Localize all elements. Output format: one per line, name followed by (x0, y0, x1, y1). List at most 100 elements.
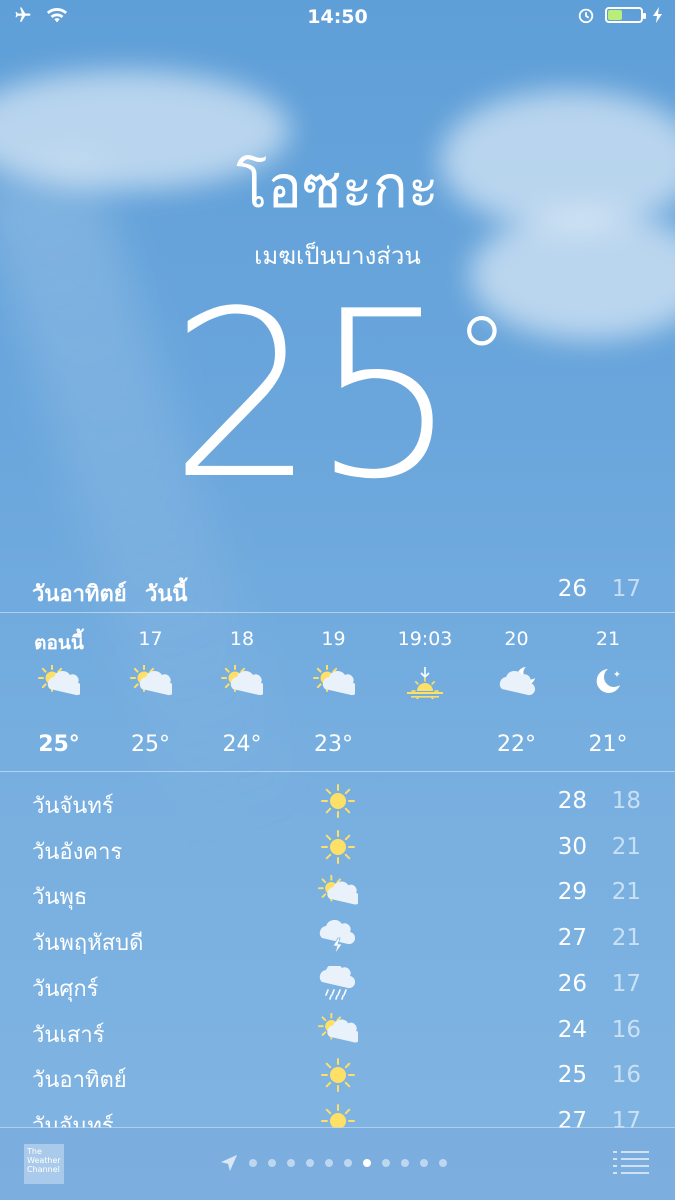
hourly-temp: 25° (131, 732, 170, 757)
daily-low: 21 (611, 879, 641, 906)
daily-row: วันศุกร์ 26 17 (0, 961, 675, 1007)
daily-day: วันจันทร์ (32, 794, 114, 819)
daily-high: 27 (557, 1107, 587, 1128)
hourly-item: 19 23° (289, 616, 379, 760)
hourly-time: 21 (595, 628, 621, 650)
partly-cloudy-icon (106, 662, 196, 702)
hourly-time: 20 (504, 628, 529, 650)
page-dot[interactable] (306, 1159, 314, 1167)
hourly-temp: 21° (588, 732, 628, 757)
page-dot[interactable] (268, 1159, 276, 1167)
daily-high: 28 (557, 788, 587, 814)
hourly-temp: 22° (497, 732, 536, 757)
moon-icon (563, 662, 653, 702)
weather-channel-logo[interactable]: The Weather Channel (24, 1144, 64, 1184)
daily-day: วันพฤหัสบดี (32, 931, 144, 957)
battery-icon (605, 7, 646, 23)
daily-row: วันอาทิตย์ 25 16 (0, 1052, 675, 1098)
daily-forecast[interactable]: วันจันทร์ 28 18 วันอังคาร 30 21 วันพุธ 2… (0, 778, 675, 1128)
daily-high: 30 (557, 833, 587, 860)
today-label: วันนี้ (145, 582, 188, 607)
list-menu-icon[interactable] (613, 1150, 649, 1176)
divider (0, 612, 675, 613)
bottom-bar: The Weather Channel (0, 1127, 675, 1200)
daily-day: วันพุธ (32, 885, 88, 911)
hourly-item: 20 22° (472, 616, 562, 760)
daily-row: วันพฤหัสบดี 27 21 (0, 915, 675, 961)
sun-icon (318, 1058, 358, 1093)
hourly-time: 19 (321, 628, 346, 650)
daily-high: 25 (557, 1062, 587, 1089)
partly-cloudy-icon (318, 875, 358, 909)
sunset-icon (380, 662, 470, 702)
hourly-item: 19:03 (380, 616, 470, 760)
partly-cloudy-icon (318, 1012, 358, 1047)
daily-day: วันอังคาร (32, 839, 123, 865)
hourly-item: 17 25° (106, 616, 196, 760)
city-name: โอซะกะ (236, 153, 439, 221)
hourly-temp: 25° (38, 732, 80, 757)
daily-row: วันพุธ 29 21 (0, 869, 675, 915)
page-dot[interactable] (249, 1159, 257, 1167)
sun-icon (318, 1103, 358, 1128)
daily-day: วันจันทร์ (32, 1113, 114, 1128)
page-dot[interactable] (325, 1159, 333, 1167)
today-row: วันอาทิตย์ วันนี้ 26 17 (0, 570, 675, 610)
daily-row: วันอังคาร 30 21 (0, 824, 675, 870)
daily-day: วันอาทิตย์ (32, 1068, 127, 1094)
daily-high: 29 (557, 879, 587, 906)
today-low: 17 (611, 576, 641, 602)
today-high: 26 (557, 576, 587, 602)
page-dot[interactable] (382, 1159, 390, 1167)
hourly-item: ตอนนี้ 25° (14, 616, 104, 760)
hourly-temp (380, 732, 470, 760)
partly-cloudy-icon (14, 662, 104, 702)
hourly-time: 19:03 (397, 628, 453, 650)
daily-high: 27 (557, 925, 587, 952)
daily-row: วันจันทร์ 27 17 (0, 1098, 675, 1128)
daily-low: 16 (611, 1062, 641, 1089)
page-dot[interactable] (363, 1159, 371, 1167)
daily-low: 17 (611, 1107, 641, 1128)
cloudy-night-icon (472, 662, 562, 702)
daily-row: วันจันทร์ 28 18 (0, 778, 675, 824)
hourly-item: 21 21° (563, 616, 653, 760)
page-dot[interactable] (439, 1159, 447, 1167)
daily-low: 21 (611, 925, 641, 952)
hourly-time: 18 (229, 628, 255, 650)
daily-day: วันศุกร์ (32, 976, 99, 1002)
daily-low: 16 (611, 1016, 641, 1043)
hourly-temp: 24° (222, 732, 262, 757)
alarm-icon (578, 8, 594, 24)
page-dot[interactable] (287, 1159, 295, 1167)
daily-low: 21 (611, 833, 641, 860)
partly-cloudy-icon (289, 662, 379, 702)
status-time: 14:50 (307, 6, 368, 28)
page-indicator[interactable] (220, 1154, 447, 1172)
daily-row: วันเสาร์ 24 16 (0, 1007, 675, 1053)
page-dot[interactable] (420, 1159, 428, 1167)
daily-low: 18 (611, 788, 641, 814)
status-bar: 14:50 (0, 0, 675, 36)
sun-icon (318, 829, 358, 864)
partly-cloudy-icon (197, 662, 287, 702)
thunderstorm-icon (318, 920, 358, 955)
location-arrow-icon (220, 1154, 238, 1172)
charging-icon (653, 7, 662, 23)
hourly-forecast[interactable]: ตอนนี้ 25° 17 25° 18 24° 19 23° 19:03 20… (0, 616, 675, 766)
current-temperature: 25° (169, 263, 510, 530)
daily-day: วันเสาร์ (32, 1022, 105, 1048)
hourly-time: ตอนนี้ (34, 632, 84, 654)
hourly-time: 17 (138, 628, 163, 650)
daily-high: 26 (557, 970, 587, 997)
hourly-temp: 23° (314, 732, 353, 757)
daily-low: 17 (611, 970, 641, 997)
daily-high: 24 (557, 1016, 587, 1043)
page-dot[interactable] (401, 1159, 409, 1167)
page-dot[interactable] (344, 1159, 352, 1167)
today-day: วันอาทิตย์ (32, 582, 127, 607)
rain-icon (318, 965, 358, 1001)
hourly-item: 18 24° (197, 616, 287, 760)
sun-icon (318, 784, 358, 818)
divider (0, 771, 675, 772)
